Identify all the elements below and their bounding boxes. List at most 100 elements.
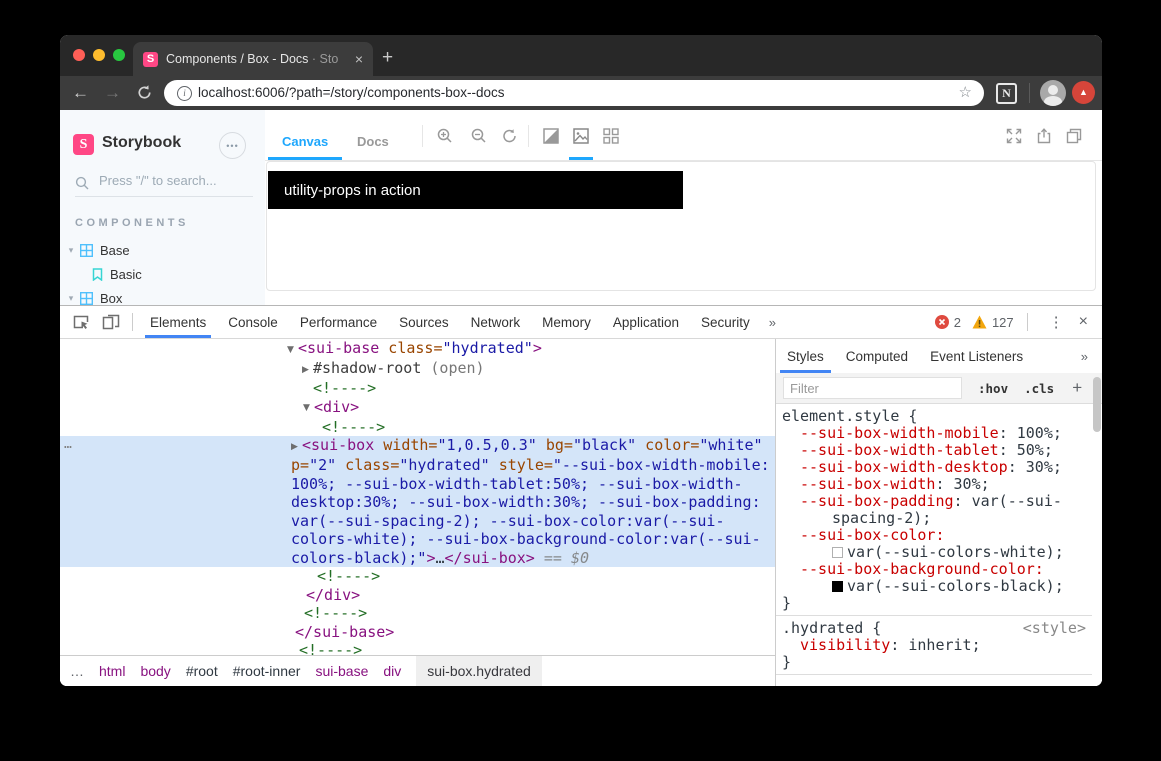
devtools-tab-console[interactable]: Console: [217, 306, 289, 338]
breadcrumb-div[interactable]: div: [383, 663, 401, 679]
maximize-window-button[interactable]: [113, 49, 125, 61]
elements-tree-line[interactable]: 100%; --sui-box-width-tablet:50%; --sui-…: [60, 475, 775, 494]
minimize-window-button[interactable]: [93, 49, 105, 61]
devtools-tab-elements[interactable]: Elements: [139, 306, 217, 338]
sidebar-menu-button[interactable]: •••: [219, 132, 246, 159]
css-line[interactable]: --sui-box-width-mobile: 100%;: [776, 425, 1092, 442]
zoom-in-icon[interactable]: [437, 128, 453, 144]
tab-docs[interactable]: Docs: [357, 134, 389, 149]
css-line[interactable]: --sui-box-width-tablet: 50%;: [776, 442, 1092, 459]
page-info-icon[interactable]: i: [177, 86, 192, 101]
url-text[interactable]: localhost:6006/?path=/story/components-b…: [198, 80, 505, 106]
storybook-logo-icon[interactable]: S: [73, 134, 94, 155]
devtools-tab-network[interactable]: Network: [460, 306, 532, 338]
css-line[interactable]: var(--sui-colors-white);: [776, 544, 1092, 561]
devtools-tab-performance[interactable]: Performance: [289, 306, 388, 338]
notion-extension-icon[interactable]: N: [996, 83, 1017, 104]
reload-button[interactable]: [136, 84, 153, 101]
more-tabs-button[interactable]: »: [761, 315, 784, 330]
css-line[interactable]: element.style {: [776, 408, 1092, 425]
image-snapshot-icon[interactable]: [573, 128, 589, 144]
tab-canvas[interactable]: Canvas: [282, 134, 328, 149]
tab-close-icon[interactable]: ×: [355, 51, 363, 67]
expander-arrow-icon[interactable]: ▶: [291, 438, 302, 457]
devtools-close-icon[interactable]: ×: [1079, 313, 1102, 331]
breadcrumb-sui-box-hydrated[interactable]: sui-box.hydrated: [416, 656, 542, 687]
expander-icon[interactable]: ▾: [66, 245, 76, 256]
devtools-tab-memory[interactable]: Memory: [531, 306, 602, 338]
css-line[interactable]: var(--sui-colors-black);: [776, 578, 1092, 595]
black-color-swatch[interactable]: [832, 581, 843, 592]
device-toolbar-icon[interactable]: [102, 313, 120, 331]
elements-tree-line[interactable]: ▶#shadow-root (open): [60, 359, 775, 379]
styles-tab-event-listeners[interactable]: Event Listeners: [919, 340, 1034, 373]
sidebar-search[interactable]: [75, 172, 253, 197]
css-line[interactable]: }: [776, 654, 1092, 671]
search-input[interactable]: [97, 172, 251, 189]
styles-tab-styles[interactable]: Styles: [776, 340, 835, 373]
elements-tree-line[interactable]: ▼<div>: [60, 398, 775, 418]
new-style-rule-button[interactable]: +: [1072, 378, 1082, 398]
elements-tree-line[interactable]: var(--sui-spacing-2); --sui-box-color:va…: [60, 512, 775, 531]
elements-tree-line[interactable]: desktop:30%; --sui-box-width:30%; --sui-…: [60, 493, 775, 512]
elements-tree-line[interactable]: <!---->: [60, 418, 775, 437]
fullscreen-icon[interactable]: [1006, 128, 1022, 144]
breadcrumb--[interactable]: …: [70, 663, 84, 679]
breadcrumb-html[interactable]: html: [99, 663, 125, 679]
share-icon[interactable]: [1036, 128, 1052, 144]
copy-link-icon[interactable]: [1066, 128, 1082, 144]
elements-tree-line[interactable]: <!---->: [60, 379, 775, 398]
elements-tree-line[interactable]: </div>: [60, 586, 775, 605]
css-line[interactable]: .hydrated {<style>: [776, 620, 1092, 637]
elements-tree-line[interactable]: ▼<sui-base class="hydrated">: [60, 339, 775, 359]
inspect-element-icon[interactable]: [72, 313, 90, 331]
browser-tab[interactable]: S Components / Box - Docs · Sto ×: [133, 42, 373, 76]
breadcrumb--root[interactable]: #root: [186, 663, 218, 679]
css-line[interactable]: }: [776, 595, 1092, 612]
class-toggle[interactable]: .cls: [1024, 381, 1054, 396]
elements-tree-line[interactable]: …▶<sui-box width="1,0.5,0.3" bg="black" …: [60, 436, 775, 456]
warning-icon[interactable]: [972, 315, 987, 329]
css-line[interactable]: visibility: inherit;: [776, 637, 1092, 654]
css-line[interactable]: --sui-box-color:: [776, 527, 1092, 544]
breadcrumb-body[interactable]: body: [140, 663, 170, 679]
new-tab-button[interactable]: +: [382, 45, 393, 71]
warning-count[interactable]: 127: [992, 315, 1014, 330]
sidebar-item-box[interactable]: ▾Box: [60, 286, 265, 305]
grid-view-icon[interactable]: [603, 128, 619, 144]
background-toggle-icon[interactable]: [543, 128, 559, 144]
expander-arrow-icon[interactable]: ▼: [287, 341, 298, 360]
browser-update-icon[interactable]: ▲: [1072, 81, 1095, 104]
styles-tab-computed[interactable]: Computed: [835, 340, 919, 373]
css-line[interactable]: spacing-2);: [776, 510, 1092, 527]
close-window-button[interactable]: [73, 49, 85, 61]
white-color-swatch[interactable]: [832, 547, 843, 558]
bookmark-star-icon[interactable]: ☆: [959, 80, 972, 106]
address-bar[interactable]: i localhost:6006/?path=/story/components…: [164, 80, 984, 106]
css-line[interactable]: --sui-box-width-desktop: 30%;: [776, 459, 1092, 476]
sidebar-item-basic[interactable]: Basic: [60, 262, 265, 286]
devtools-menu-icon[interactable]: ⋮: [1039, 313, 1074, 331]
elements-tree-line[interactable]: colors-white); --sui-box-background-colo…: [60, 530, 775, 549]
css-line[interactable]: --sui-box-width: 30%;: [776, 476, 1092, 493]
storybook-brand[interactable]: Storybook: [102, 134, 181, 152]
zoom-reset-icon[interactable]: [502, 128, 518, 144]
expander-arrow-icon[interactable]: ▶: [302, 361, 313, 380]
error-icon[interactable]: [935, 315, 949, 329]
sidebar-item-base[interactable]: ▾Base: [60, 238, 265, 262]
elements-tree-line[interactable]: </sui-base>: [60, 623, 775, 642]
breadcrumb-sui-base[interactable]: sui-base: [315, 663, 368, 679]
styles-scrollbar[interactable]: [1093, 377, 1101, 432]
profile-avatar[interactable]: [1040, 80, 1066, 106]
back-button[interactable]: ←: [72, 81, 89, 105]
hover-state-toggle[interactable]: :hov: [978, 381, 1008, 396]
elements-tree-line[interactable]: <!---->: [60, 641, 775, 655]
elements-tree-line[interactable]: colors-black);">…</sui-box> == $0: [60, 549, 775, 568]
css-line[interactable]: --sui-box-padding: var(--sui-: [776, 493, 1092, 510]
expander-arrow-icon[interactable]: ▼: [303, 399, 314, 418]
expander-icon[interactable]: ▾: [66, 293, 76, 304]
devtools-tab-security[interactable]: Security: [690, 306, 761, 338]
styles-filter-input[interactable]: [783, 377, 962, 399]
devtools-tab-sources[interactable]: Sources: [388, 306, 460, 338]
elements-tree-line[interactable]: <!---->: [60, 604, 775, 623]
